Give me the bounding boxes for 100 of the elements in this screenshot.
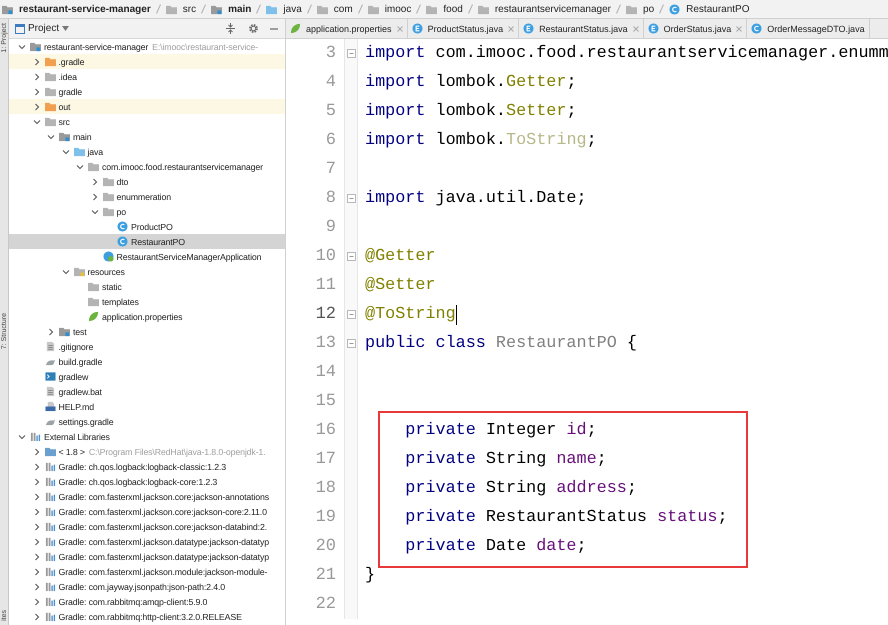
tree-item[interactable]: application.properties xyxy=(9,309,285,324)
library-icon xyxy=(44,551,56,562)
library-icon xyxy=(44,581,56,592)
fold-marker-icon[interactable] xyxy=(346,252,356,261)
breadcrumb-item[interactable]: restaurantservicemanager xyxy=(478,4,612,14)
chevron-down-icon[interactable] xyxy=(90,208,98,216)
breadcrumb-item[interactable]: restaurant-service-manager xyxy=(2,4,151,14)
chevron-down-icon[interactable] xyxy=(18,42,26,50)
folder-icon xyxy=(316,4,328,14)
tree-item[interactable]: gradlew xyxy=(9,369,285,384)
class-icon xyxy=(751,23,762,34)
tree-item[interactable]: Gradle: com.fasterxml.jackson.datatype:jackson-datatyp xyxy=(9,549,285,564)
breadcrumb-item[interactable]: src xyxy=(166,4,196,14)
tree-item[interactable]: Gradle: ch.qos.logback:logback-core:1.2.3 xyxy=(9,474,285,489)
source-folder-icon xyxy=(211,4,222,14)
package-icon xyxy=(102,191,114,202)
library-icon xyxy=(44,506,56,517)
tree-item[interactable]: settings.gradle xyxy=(9,414,285,429)
resources-folder-icon xyxy=(74,266,84,277)
tree-item[interactable]: out xyxy=(9,99,285,114)
tree-item[interactable]: RestaurantPO xyxy=(9,234,285,249)
module-icon xyxy=(2,4,13,14)
library-icon xyxy=(44,461,56,472)
tree-item[interactable]: Gradle: com.fasterxml.jackson.module:jackson-module- xyxy=(9,564,285,579)
tree-item[interactable]: dto xyxy=(9,174,285,189)
line-number: 7 xyxy=(324,160,336,179)
breadcrumb-item[interactable]: food xyxy=(426,4,463,14)
tree-item[interactable]: com.imooc.food.restaurantservicemanager xyxy=(9,159,285,174)
spring-class-icon xyxy=(102,251,114,262)
breadcrumb-item[interactable]: po xyxy=(626,4,654,14)
file-icon xyxy=(44,386,56,397)
window-icon xyxy=(15,24,25,34)
fold-marker-icon[interactable] xyxy=(346,310,356,319)
tree-item[interactable]: Gradle: com.fasterxml.jackson.datatype:jackson-datatyp xyxy=(9,534,285,549)
breadcrumb-item[interactable]: imooc xyxy=(368,4,412,14)
tree-item[interactable]: Gradle: com.fasterxml.jackson.core:jackson-core:2.11.0 xyxy=(9,504,285,519)
code-line: private String address; xyxy=(404,479,637,498)
tree-item[interactable]: test xyxy=(9,324,285,339)
tree-item[interactable]: gradle xyxy=(9,84,285,99)
tree-item[interactable]: .gitignore xyxy=(9,339,285,354)
line-number: 13 xyxy=(314,334,336,353)
line-number: 19 xyxy=(314,508,336,527)
enum-icon xyxy=(523,23,534,34)
tree-item[interactable]: < 1.8 > C:\Program Files\RedHat\java-1.8.0-openjdk-1. xyxy=(9,444,285,459)
editor-tab[interactable]: application.properties xyxy=(286,19,408,38)
line-number: 17 xyxy=(314,450,336,469)
tree-item[interactable]: Gradle: com.rabbitmq:amqp-client:5.9.0 xyxy=(9,594,285,609)
tree-item[interactable]: restaurant-service-manager E:\imooc\restaurant-service- xyxy=(9,39,285,54)
tree-item[interactable]: templates xyxy=(9,294,285,309)
tree-item[interactable]: Gradle: com.rabbitmq:http-client:3.2.0.RELEASE xyxy=(9,609,285,624)
tree-item[interactable]: Gradle: ch.qos.logback:logback-classic:1.2.3 xyxy=(9,459,285,474)
code-line: private RestaurantStatus status; xyxy=(404,508,728,527)
editor-tab[interactable]: OrderMessageDTO.java xyxy=(747,19,870,38)
separator-icon xyxy=(201,4,206,14)
code-line: import com.imooc.food.restaurantservicemanager.enumm xyxy=(365,44,888,63)
tree-item[interactable]: resources xyxy=(9,264,285,279)
tree-item[interactable]: static xyxy=(9,279,285,294)
line-number: 6 xyxy=(324,131,336,150)
chevron-down-icon[interactable] xyxy=(18,432,26,440)
editor-tab[interactable]: OrderStatus.java xyxy=(644,19,748,38)
collapse-icon[interactable] xyxy=(225,23,236,34)
chevron-down-icon[interactable] xyxy=(62,268,70,276)
tree-item[interactable]: HELP.md xyxy=(9,399,285,414)
chevron-right-icon[interactable] xyxy=(47,328,55,336)
path-hint: C:\Program Files\RedHat\java-1.8.0-openjdk-1. xyxy=(88,446,266,456)
line-number: 9 xyxy=(324,218,336,237)
tree-item[interactable]: main xyxy=(9,129,285,144)
fold-marker-icon[interactable] xyxy=(346,339,356,348)
separator-icon xyxy=(306,4,312,14)
tree-item[interactable]: src xyxy=(9,114,285,129)
line-number: 15 xyxy=(314,392,336,411)
tree-item[interactable]: .gradle xyxy=(9,54,285,69)
separator-icon xyxy=(659,4,664,14)
path-hint: E:\imooc\restaurant-service- xyxy=(152,42,258,52)
tree-item[interactable]: Gradle: com.fasterxml.jackson.core:jackson-databind:2. xyxy=(9,519,285,534)
module-icon xyxy=(30,41,41,52)
tree-item[interactable]: ProductPO xyxy=(9,219,285,234)
line-number: 18 xyxy=(314,479,336,498)
breadcrumb-item[interactable]: com xyxy=(316,4,353,14)
tree-item[interactable]: java xyxy=(9,144,285,159)
separator-icon xyxy=(156,4,161,14)
fold-marker-icon[interactable] xyxy=(346,194,356,203)
tree-item[interactable]: gradlew.bat xyxy=(9,384,285,399)
tree-item[interactable]: External Libraries xyxy=(9,429,285,444)
tree-item[interactable]: po xyxy=(9,204,285,219)
breadcrumb-item[interactable]: RestaurantPO xyxy=(669,4,750,14)
tree-item[interactable]: .idea xyxy=(9,69,285,84)
tree-item[interactable]: RestaurantServiceManagerApplication xyxy=(9,249,285,264)
tree-item[interactable]: enummeration xyxy=(9,189,285,204)
editor-tab[interactable]: RestaurantStatus.java xyxy=(519,19,644,38)
line-number: 16 xyxy=(314,421,336,440)
markdown-icon xyxy=(44,401,56,412)
fold-marker-icon[interactable] xyxy=(346,49,356,58)
tree-item[interactable]: build.gradle xyxy=(9,354,285,369)
tree-item[interactable]: Gradle: com.fasterxml.jackson.core:jackson-annotations xyxy=(9,489,285,504)
editor-tab[interactable]: ProductStatus.java xyxy=(408,19,520,38)
tree-item[interactable]: Gradle: com.jayway.jsonpath:json-path:2.4.0 xyxy=(9,579,285,594)
breadcrumb-item[interactable]: main xyxy=(211,4,252,14)
breadcrumb-item[interactable]: java xyxy=(266,4,302,14)
settings-icon[interactable] xyxy=(248,23,259,34)
